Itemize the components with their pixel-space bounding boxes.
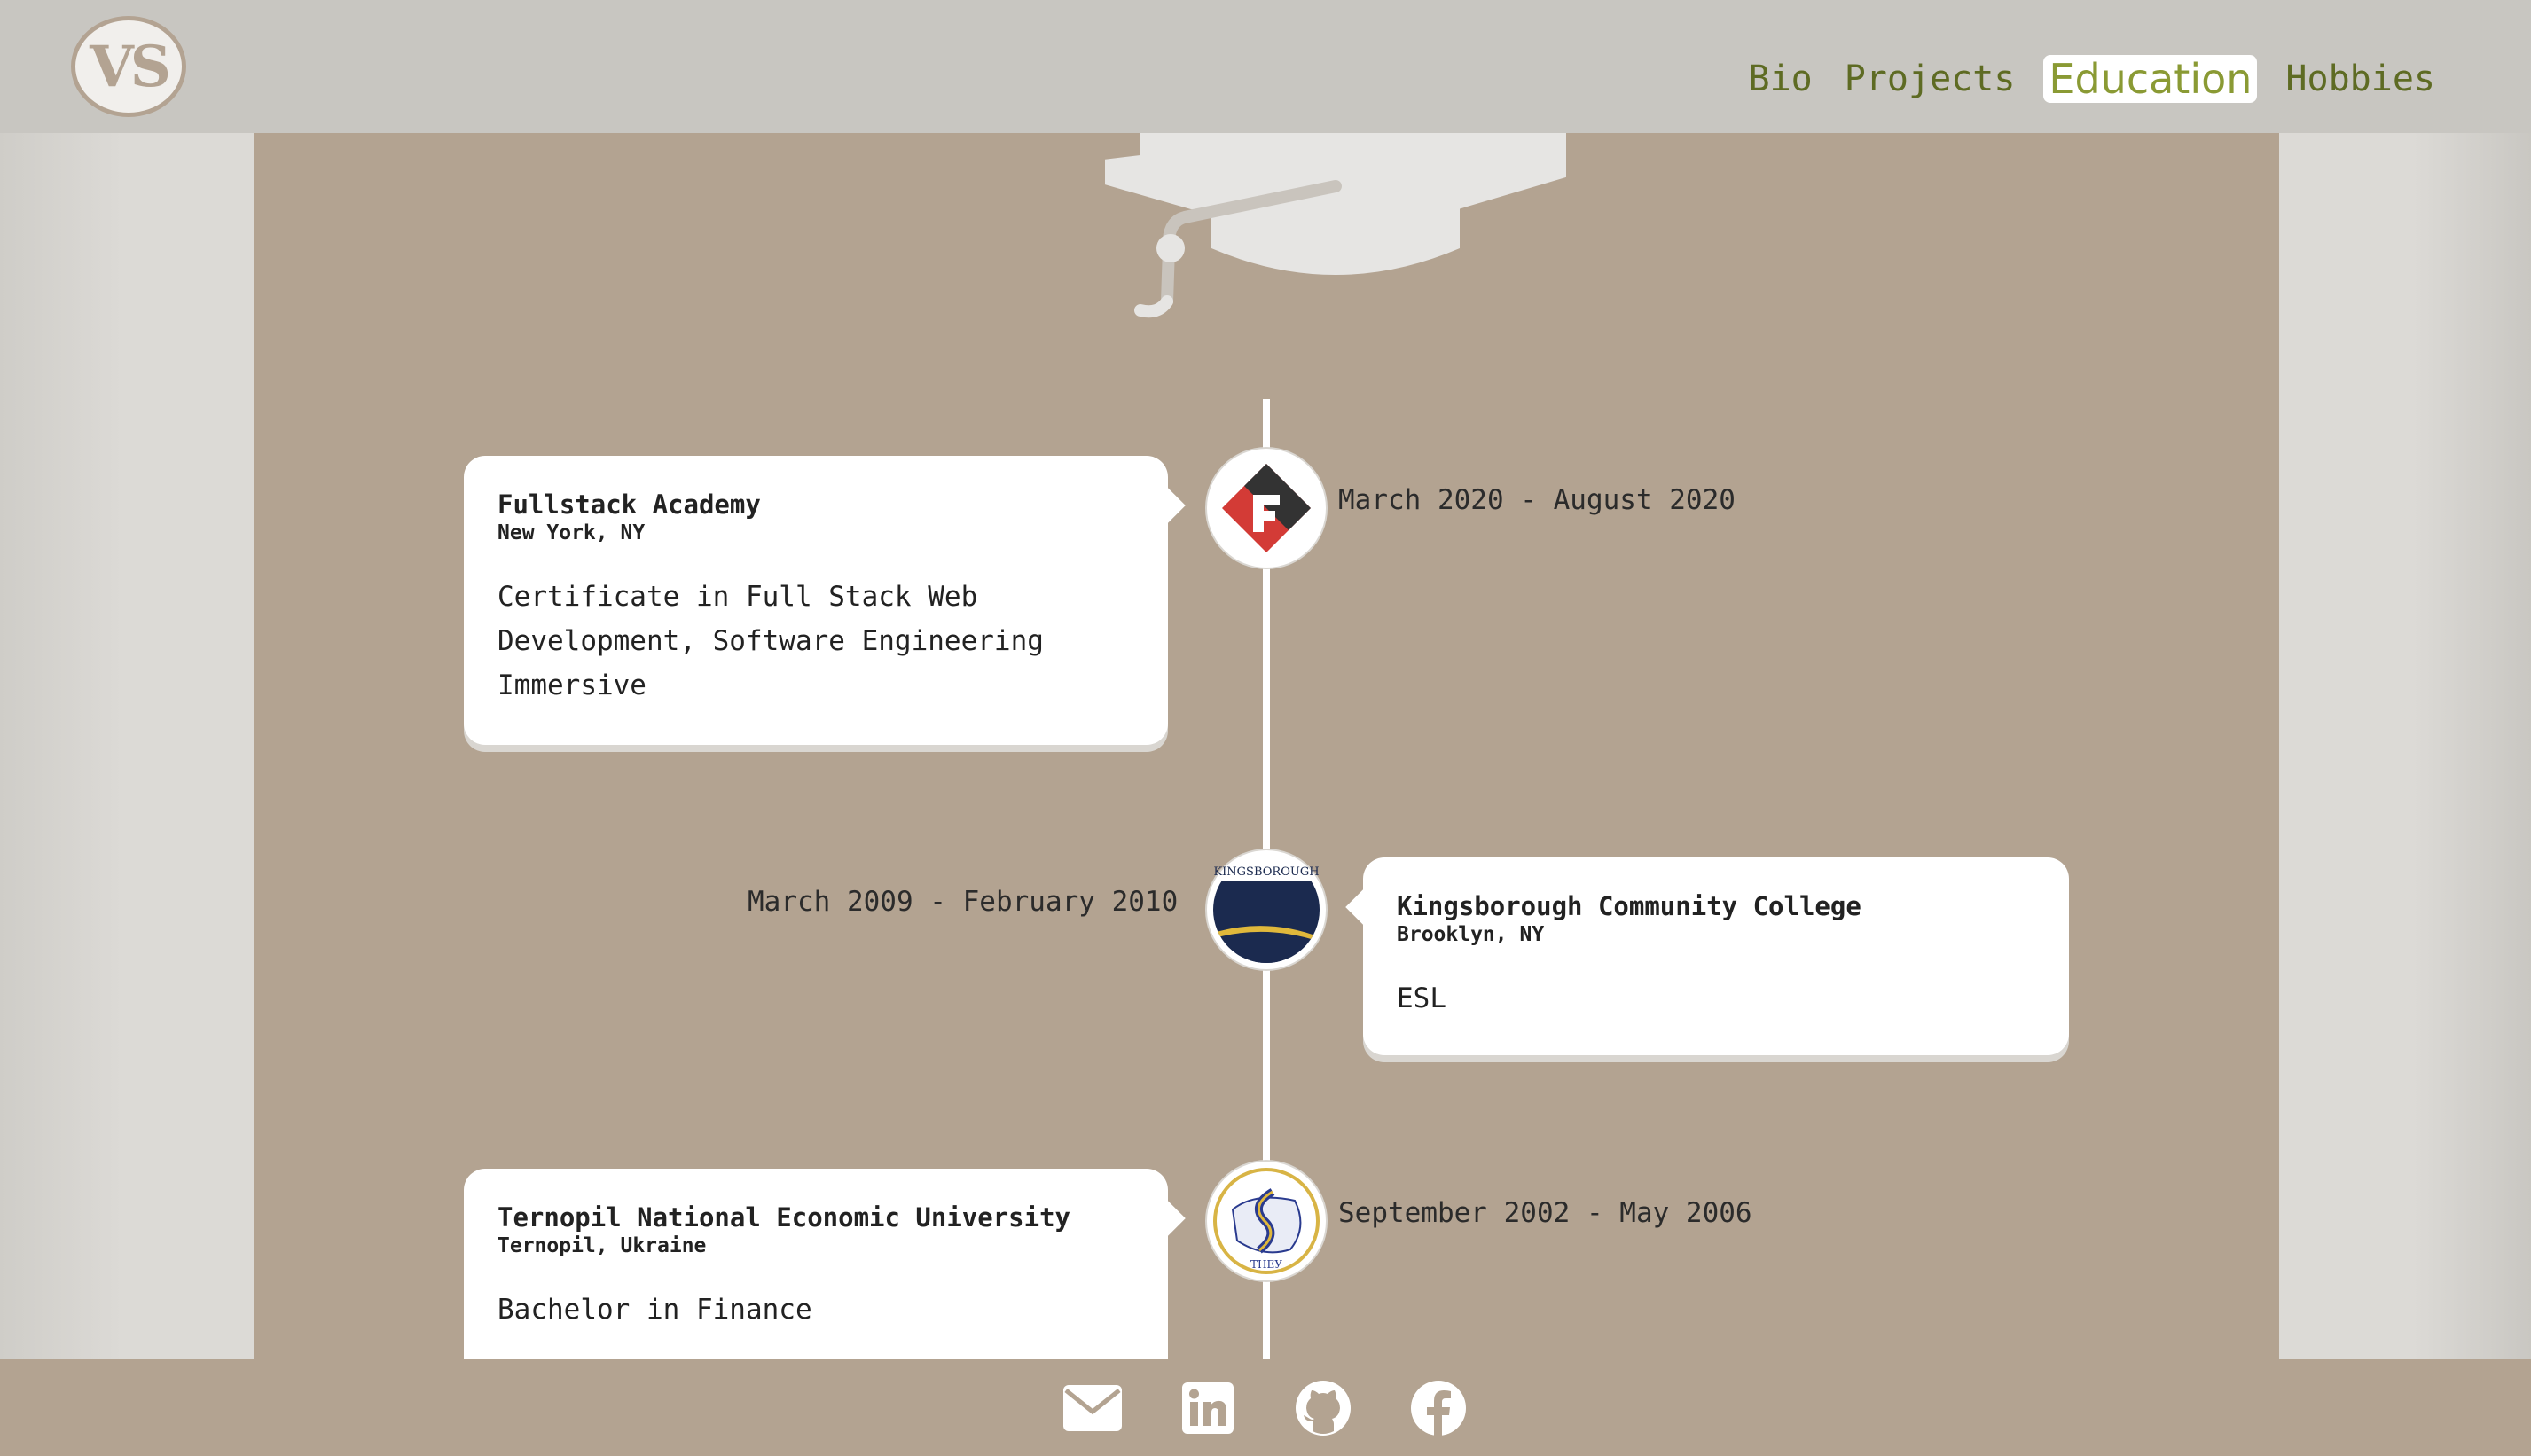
- site-footer: [0, 1359, 2531, 1456]
- nav-bio[interactable]: Bio: [1745, 53, 1816, 105]
- kingsborough-seal-icon: KINGSBOROUGH: [1207, 850, 1326, 969]
- card-pointer: [1150, 488, 1186, 523]
- education-card-ternopil: Ternopil National Economic University Te…: [464, 1169, 1186, 1382]
- degree-text: Certificate in Full Stack Web Developmen…: [498, 581, 1044, 701]
- kingsborough-seal-text: KINGSBOROUGH: [1213, 865, 1319, 879]
- card-pointer: [1150, 1201, 1186, 1236]
- site-logo[interactable]: VS: [71, 16, 186, 117]
- school-location: Ternopil, Ukraine: [498, 1234, 707, 1257]
- degree-text: Bachelor in Finance: [498, 1294, 812, 1326]
- github-icon[interactable]: [1294, 1379, 1352, 1437]
- tneu-seal-icon: ТНЕУ: [1207, 1162, 1326, 1280]
- tneu-seal-text: ТНЕУ: [1250, 1258, 1282, 1271]
- graduation-cap-icon: [1105, 133, 1566, 318]
- site-header: VS Bio Projects Education Hobbies: [0, 0, 2531, 133]
- facebook-icon[interactable]: [1409, 1379, 1468, 1437]
- nav-hobbies[interactable]: Hobbies: [2282, 53, 2439, 105]
- school-name: Ternopil National Economic University: [498, 1202, 1071, 1233]
- school-location: New York, NY: [498, 521, 646, 544]
- main-nav: Bio Projects Education Hobbies: [1745, 53, 2440, 105]
- school-location: Brooklyn, NY: [1397, 923, 1545, 946]
- education-panel: Fullstack Academy New York, NY Certifica…: [254, 133, 2279, 1382]
- dates-ternopil: September 2002 - May 2006: [1338, 1197, 1752, 1229]
- nav-education[interactable]: Education: [2043, 55, 2258, 103]
- dates-kingsborough: March 2009 - February 2010: [748, 886, 1179, 918]
- dates-fullstack: March 2020 - August 2020: [1338, 484, 1736, 516]
- degree-text: ESL: [1397, 982, 1446, 1014]
- linkedin-icon[interactable]: [1179, 1379, 1237, 1437]
- school-name: Kingsborough Community College: [1397, 891, 1861, 921]
- card-pointer: [1345, 889, 1381, 925]
- nav-projects[interactable]: Projects: [1841, 53, 2019, 105]
- education-card-kingsborough: Kingsborough Community College Brooklyn,…: [1345, 857, 2069, 1055]
- fullstack-logo-icon: [1207, 449, 1326, 568]
- education-card-fullstack: Fullstack Academy New York, NY Certifica…: [464, 456, 1186, 745]
- email-icon[interactable]: [1063, 1379, 1122, 1437]
- school-name: Fullstack Academy: [498, 489, 761, 520]
